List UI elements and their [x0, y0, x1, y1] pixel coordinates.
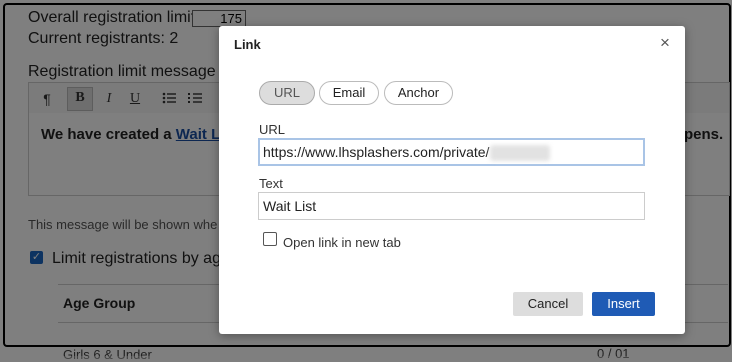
- text-label: Text: [259, 176, 283, 191]
- tab-url[interactable]: URL: [259, 81, 315, 105]
- url-value: https://www.lhsplashers.com/private/: [263, 144, 490, 160]
- new-tab-checkbox[interactable]: [263, 232, 277, 246]
- link-dialog: Link × URL Email Anchor URL https://www.…: [219, 26, 685, 334]
- tab-anchor[interactable]: Anchor: [384, 81, 453, 105]
- dialog-title: Link: [234, 37, 261, 52]
- redacted-text: [490, 145, 551, 162]
- text-input[interactable]: Wait List: [258, 192, 645, 220]
- url-input[interactable]: https://www.lhsplashers.com/private/: [258, 138, 645, 166]
- url-label: URL: [259, 122, 286, 137]
- insert-button[interactable]: Insert: [592, 292, 655, 316]
- tab-email[interactable]: Email: [319, 81, 379, 105]
- cancel-button[interactable]: Cancel: [513, 292, 583, 316]
- close-icon[interactable]: ×: [660, 33, 670, 53]
- new-tab-label: Open link in new tab: [283, 235, 401, 250]
